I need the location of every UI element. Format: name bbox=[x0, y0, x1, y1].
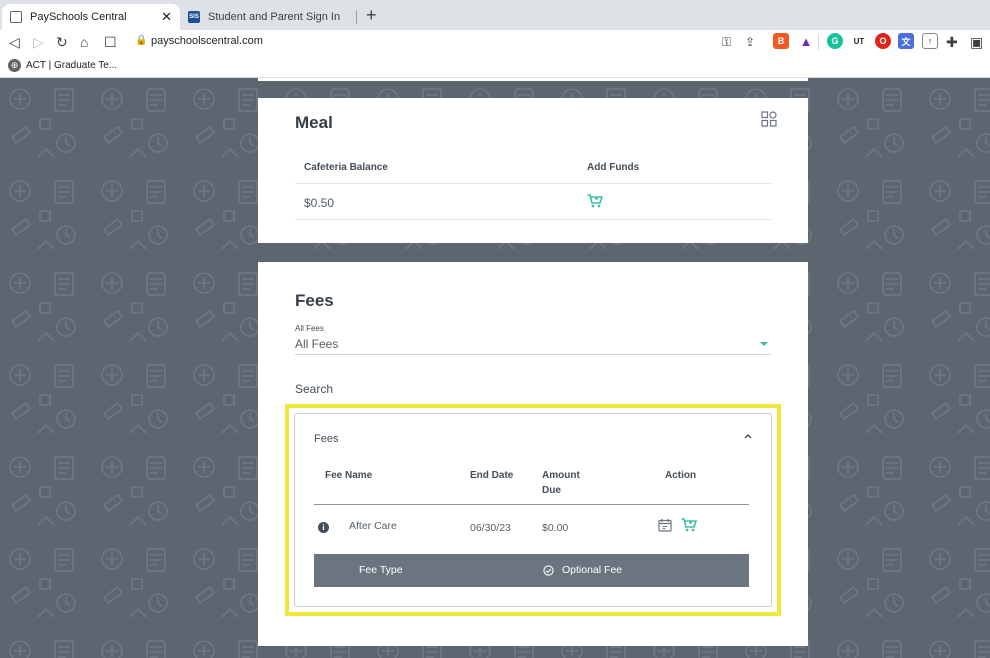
sidebar-toggle-icon[interactable]: ▣ bbox=[970, 33, 983, 51]
amount-header-line-1: Amount bbox=[542, 470, 580, 481]
tab-sis[interactable]: SIS Student and Parent Sign In bbox=[180, 4, 356, 30]
page-icon bbox=[10, 11, 22, 23]
sis-icon: SIS bbox=[188, 11, 200, 23]
previous-card-edge bbox=[258, 78, 808, 81]
column-header-cafeteria-balance: Cafeteria Balance bbox=[304, 162, 388, 173]
column-header-action: Action bbox=[665, 470, 697, 481]
table-header-divider bbox=[314, 504, 749, 505]
extensions-puzzle-icon[interactable]: ✚ bbox=[946, 33, 958, 51]
browser-tab-strip: PaySchools Central ✕ SIS Student and Par… bbox=[0, 0, 990, 30]
cafeteria-balance-value: $0.50 bbox=[304, 196, 335, 210]
brave-rewards-icon[interactable]: ▲ bbox=[798, 33, 814, 49]
key-icon[interactable]: ⚿ bbox=[722, 33, 731, 51]
fee-name-cell: After Care bbox=[349, 520, 397, 532]
amount-header-line-2: Due bbox=[542, 485, 561, 496]
back-icon[interactable]: ◁ bbox=[9, 33, 20, 51]
fees-panel: Fees Fee Name End Date Amount Due Action… bbox=[294, 413, 772, 607]
search-field[interactable]: Search bbox=[295, 382, 333, 396]
meal-card: Meal Cafeteria Balance Add Funds $0.50 bbox=[258, 98, 808, 243]
column-header-end-date: End Date bbox=[470, 470, 514, 481]
extension-ut-icon[interactable]: UT bbox=[851, 33, 867, 49]
column-header-amount-due: Amount Due bbox=[542, 468, 580, 498]
info-icon[interactable]: i bbox=[318, 522, 329, 533]
check-circle-icon bbox=[543, 565, 554, 576]
fees-filter-select[interactable]: All Fees bbox=[295, 337, 338, 351]
fees-title: Fees bbox=[295, 291, 334, 310]
select-underline bbox=[295, 354, 771, 355]
calendar-icon[interactable] bbox=[658, 518, 672, 532]
dashboard-widgets-icon[interactable] bbox=[761, 111, 777, 127]
home-icon[interactable]: ⌂ bbox=[80, 33, 88, 51]
table-divider bbox=[295, 219, 771, 220]
column-header-add-funds: Add Funds bbox=[587, 162, 640, 173]
adblock-icon[interactable]: O bbox=[875, 33, 891, 49]
extension-box-icon[interactable]: ↑ bbox=[922, 33, 938, 49]
forward-icon[interactable]: ▷ bbox=[33, 33, 44, 51]
bookmarks-bar: ⊕ ACT | Graduate Te... bbox=[0, 54, 990, 78]
tab-label: Student and Parent Sign In bbox=[208, 11, 341, 23]
meal-title: Meal bbox=[295, 113, 333, 132]
reload-icon[interactable]: ↻ bbox=[56, 33, 68, 51]
column-header-fee-name: Fee Name bbox=[325, 470, 373, 481]
new-tab-icon[interactable]: + bbox=[366, 5, 377, 26]
add-funds-cart-icon[interactable] bbox=[587, 194, 603, 208]
translate-icon[interactable]: 文 bbox=[898, 33, 914, 49]
tab-payschools[interactable]: PaySchools Central ✕ bbox=[2, 4, 180, 30]
end-date-cell: 06/30/23 bbox=[470, 522, 511, 534]
brave-shield-icon[interactable]: B bbox=[773, 33, 789, 49]
fees-panel-title: Fees bbox=[314, 433, 339, 445]
bookmark-act[interactable]: ACT | Graduate Te... bbox=[26, 60, 117, 71]
amount-due-cell: $0.00 bbox=[542, 522, 569, 534]
grammarly-icon[interactable]: G bbox=[827, 33, 843, 49]
bookmark-icon[interactable]: ☐ bbox=[104, 33, 117, 51]
globe-icon: ⊕ bbox=[8, 59, 21, 72]
tab-label: PaySchools Central bbox=[30, 11, 127, 23]
table-divider bbox=[295, 183, 771, 184]
close-icon[interactable]: ✕ bbox=[161, 9, 172, 25]
cart-icon[interactable] bbox=[681, 518, 697, 532]
fee-type-value: Optional Fee bbox=[562, 564, 623, 576]
fee-type-label: Fee Type bbox=[359, 564, 403, 576]
fee-detail-bar: Fee Type Optional Fee bbox=[314, 554, 749, 587]
share-icon[interactable]: ⇪ bbox=[745, 33, 755, 51]
browser-toolbar: ◁ ▷ ↻ ⌂ ☐ 🔒 payschoolscentral.com ⚿ ⇪ B … bbox=[0, 30, 990, 54]
fees-filter-label: All Fees bbox=[295, 324, 324, 333]
dropdown-arrow-icon[interactable] bbox=[760, 342, 768, 346]
toolbar-divider bbox=[818, 34, 819, 50]
tab-divider bbox=[356, 10, 357, 24]
address-bar[interactable]: payschoolscentral.com bbox=[151, 35, 263, 47]
chevron-up-icon[interactable] bbox=[744, 432, 752, 440]
lock-icon[interactable]: 🔒 bbox=[135, 35, 147, 46]
